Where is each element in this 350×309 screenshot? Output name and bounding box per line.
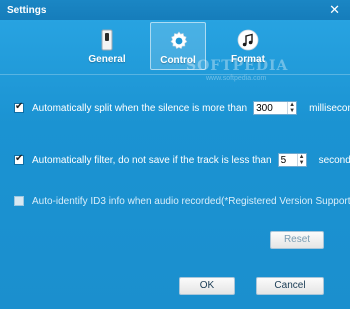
toolbar-divider (0, 74, 350, 75)
close-icon[interactable]: ✕ (329, 2, 340, 18)
softpedia-watermark-url: www.softpedia.com (206, 75, 267, 82)
reset-button[interactable]: Reset (270, 231, 324, 249)
auto-filter-label: Automatically filter, do not save if the… (32, 154, 272, 166)
min-track-stepper[interactable]: ▲▼ (277, 153, 307, 167)
settings-tabs: General Control Format SOFTPEDIA www.sof… (0, 20, 350, 82)
auto-split-unit: milliseconds (309, 102, 350, 114)
auto-filter-row: Automatically filter, do not save if the… (14, 152, 350, 168)
music-note-icon (237, 29, 259, 51)
auto-split-label: Automatically split when the silence is … (32, 102, 248, 114)
min-track-arrows[interactable]: ▲ ▼ (296, 154, 306, 166)
auto-filter-unit: second(s) (318, 154, 350, 166)
arrow-down-icon[interactable]: ▼ (289, 108, 295, 114)
cancel-button[interactable]: Cancel (256, 277, 324, 295)
auto-split-row: Automatically split when the silence is … (14, 100, 350, 116)
id3-label: Auto-identify ID3 info when audio record… (32, 195, 350, 207)
softpedia-watermark: SOFTPEDIA (186, 58, 289, 74)
tab-general-label: General (88, 54, 126, 65)
min-track-input[interactable] (278, 154, 297, 166)
tab-general[interactable]: General (79, 22, 135, 70)
auto-split-checkbox[interactable] (14, 101, 24, 113)
switch-icon (101, 29, 113, 51)
silence-ms-input[interactable] (254, 102, 288, 114)
silence-ms-arrows[interactable]: ▲ ▼ (287, 102, 296, 114)
arrow-down-icon[interactable]: ▼ (299, 160, 305, 166)
id3-row: Auto-identify ID3 info when audio record… (14, 193, 350, 209)
settings-dialog: Settings ✕ General Control Format SOFTPE… (0, 0, 350, 309)
silence-ms-stepper[interactable]: ▲▼ (253, 101, 298, 115)
id3-checkbox[interactable] (14, 196, 24, 206)
ok-button[interactable]: OK (179, 277, 235, 295)
auto-filter-checkbox[interactable] (14, 153, 24, 165)
gear-icon (170, 31, 188, 50)
title-bar: Settings ✕ (0, 0, 350, 20)
dialog-title: Settings (7, 5, 47, 16)
